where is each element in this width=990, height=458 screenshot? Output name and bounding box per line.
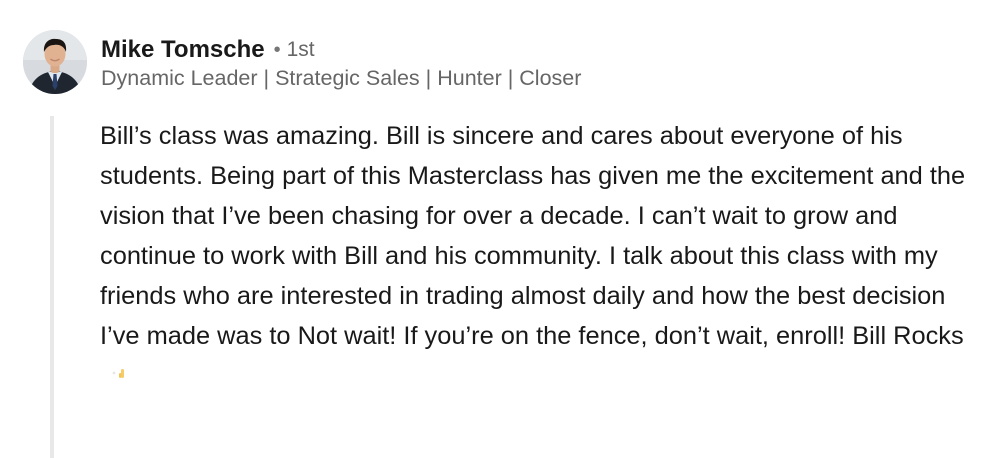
author-row: Mike Tomsche • 1st (101, 33, 315, 67)
thread-line (50, 116, 54, 458)
comment-card: Mike Tomsche • 1st Dynamic Leader | Stra… (0, 0, 990, 458)
connection-degree: 1st (286, 38, 315, 61)
separator-dot: • (273, 38, 281, 61)
comment-body: Bill’s class was amazing. Bill is sincer… (100, 116, 980, 396)
author-name[interactable]: Mike Tomsche (101, 36, 265, 64)
avatar[interactable] (23, 30, 87, 94)
rock-on-hand-emoji-icon (106, 356, 136, 378)
profile-photo-icon (23, 30, 87, 94)
comment-text: Bill’s class was amazing. Bill is sincer… (100, 122, 966, 350)
author-headline: Dynamic Leader | Strategic Sales | Hunte… (101, 66, 582, 90)
